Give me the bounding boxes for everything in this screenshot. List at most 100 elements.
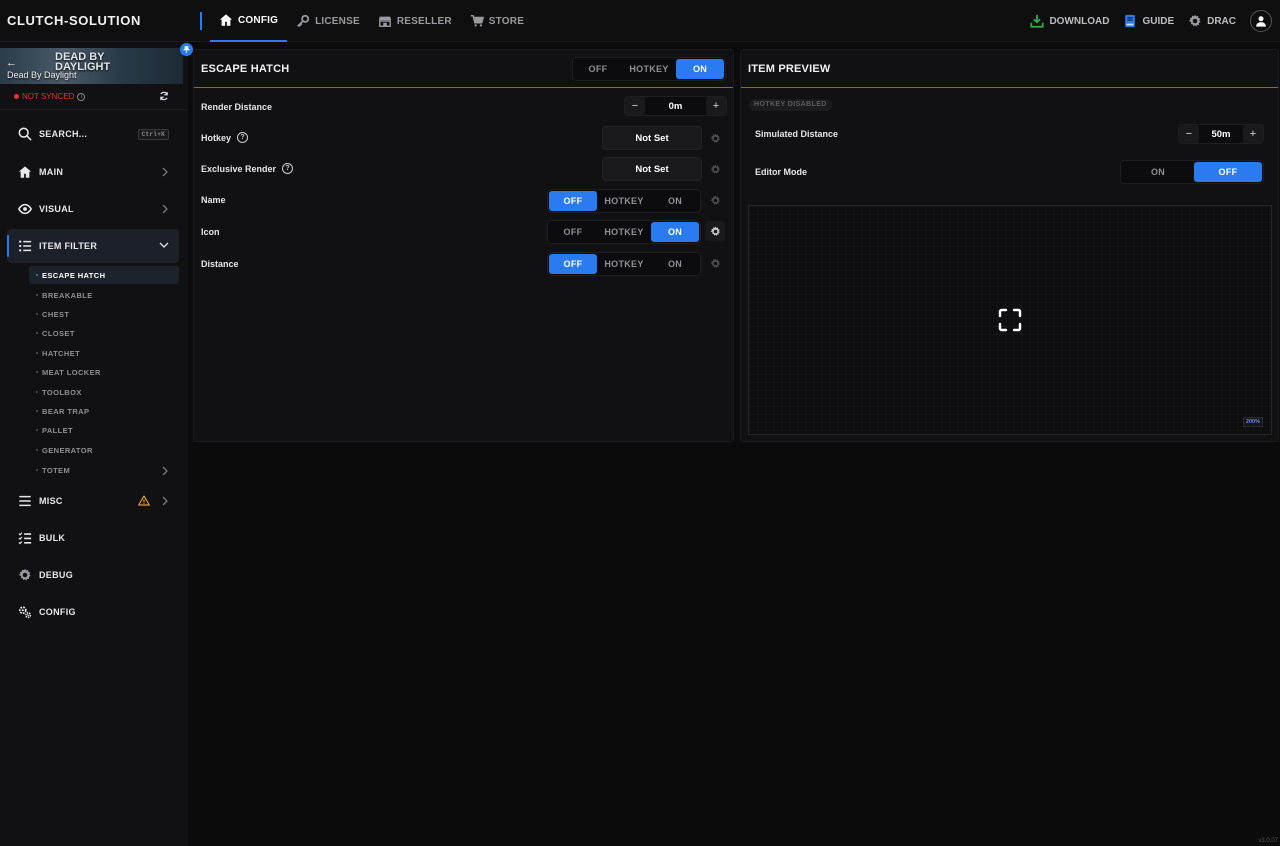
name-toggle-hotkey[interactable]: HOTKEY	[597, 191, 651, 211]
key-icon	[297, 14, 310, 27]
icon-toggle-hotkey[interactable]: HOTKEY	[597, 222, 651, 242]
master-toggle-off[interactable]: OFF	[574, 59, 622, 79]
info-icon[interactable]: i	[77, 92, 86, 101]
search-shortcut: Ctrl+K	[137, 129, 169, 140]
user-icon	[1256, 16, 1266, 27]
sidebar-subitem-chest[interactable]: CHEST	[29, 305, 179, 323]
sidebar-subitem-hatchet[interactable]: HATCHET	[29, 344, 179, 362]
checklist-icon	[18, 532, 32, 545]
tab-license[interactable]: LICENSE	[287, 0, 369, 42]
zoom-indicator: 200%	[1242, 417, 1263, 427]
preview-canvas[interactable]: 200%	[748, 205, 1272, 435]
sidebar-item-config[interactable]: CONFIG	[7, 595, 179, 629]
help-icon[interactable]: ?	[237, 132, 249, 143]
simulated-distance-value[interactable]: 50m	[1199, 129, 1243, 140]
editor-mode-on[interactable]: ON	[1122, 162, 1194, 182]
top-bar: CLUTCH-SOLUTION CONFIG LICENSE RESELLER …	[0, 0, 1280, 42]
tab-reseller[interactable]: RESELLER	[369, 0, 461, 42]
name-settings-button[interactable]	[705, 190, 725, 210]
decrement-button[interactable]: −	[625, 97, 645, 115]
sidebar-subitem-escape-hatch[interactable]: ESCAPE HATCH	[29, 266, 179, 284]
back-arrow-icon[interactable]: ←	[6, 57, 17, 69]
fullscreen-icon[interactable]	[998, 308, 1022, 332]
sidebar-item-visual[interactable]: VISUAL	[7, 192, 179, 226]
chevron-right-icon	[162, 204, 168, 214]
guide-button[interactable]: GUIDE	[1123, 14, 1174, 28]
warning-icon	[138, 495, 150, 506]
exclusive-render-bind-button[interactable]: Not Set	[602, 157, 702, 181]
distance-toggle-off[interactable]: OFF	[549, 254, 597, 274]
user-name: DRAC	[1207, 15, 1236, 27]
hotkey-settings-button[interactable]	[705, 128, 725, 148]
name-toggle-on[interactable]: ON	[651, 191, 699, 211]
sidebar-item-item-filter[interactable]: ITEM FILTER	[7, 229, 179, 263]
exclusive-render-settings-button[interactable]	[705, 159, 725, 179]
icon-toggle-on[interactable]: ON	[651, 222, 699, 242]
tab-config[interactable]: CONFIG	[210, 0, 288, 42]
gear-icon	[18, 568, 31, 581]
icon-settings-button[interactable]	[705, 221, 725, 241]
tab-reseller-label: RESELLER	[396, 15, 452, 27]
game-banner[interactable]: ← DEAD BY DAYLIGHT Dead By Daylight	[0, 48, 183, 84]
sync-status-label: NOT SYNCED	[22, 92, 75, 101]
brand-logo: CLUTCH-SOLUTION	[7, 13, 141, 28]
panel-title: ESCAPE HATCH	[201, 63, 290, 75]
search-label: SEARCH...	[39, 129, 88, 139]
download-icon	[1030, 14, 1044, 28]
sidebar-search[interactable]: SEARCH... Ctrl+K	[7, 117, 179, 151]
increment-button[interactable]: +	[706, 97, 726, 115]
sidebar-subitem-breakable[interactable]: BREAKABLE	[29, 286, 179, 304]
distance-settings-button[interactable]	[705, 253, 725, 273]
book-icon	[1125, 14, 1136, 28]
chevron-down-icon	[159, 242, 169, 248]
simulated-distance-label: Simulated Distance	[755, 129, 839, 139]
pin-icon[interactable]	[180, 43, 193, 56]
home-icon	[18, 166, 32, 178]
tab-store[interactable]: STORE	[461, 0, 533, 42]
hotkey-label: Hotkey	[201, 132, 232, 143]
sidebar-item-debug[interactable]: DEBUG	[7, 558, 179, 592]
help-icon[interactable]: ?	[282, 163, 294, 174]
sidebar-item-main[interactable]: MAIN	[7, 155, 179, 189]
status-dot	[14, 94, 19, 99]
sidebar: ← DEAD BY DAYLIGHT Dead By Daylight NOT …	[0, 42, 193, 846]
gear-icon	[710, 258, 720, 268]
sidebar-subitem-toolbox[interactable]: TOOLBOX	[29, 383, 179, 401]
render-distance-label: Render Distance	[201, 102, 273, 112]
sidebar-item-bulk[interactable]: BULK	[7, 521, 179, 555]
exclusive-render-row-label: Exclusive Render ?	[201, 163, 294, 174]
editor-mode-off[interactable]: OFF	[1194, 162, 1262, 182]
sidebar-subitem-generator[interactable]: GENERATOR	[29, 441, 179, 459]
distance-toggle-hotkey[interactable]: HOTKEY	[597, 254, 651, 274]
sidebar-item-label: BULK	[39, 533, 66, 543]
gear-icon	[710, 133, 720, 143]
gear-icon	[1188, 14, 1201, 27]
gears-icon	[18, 606, 32, 619]
increment-button[interactable]: +	[1243, 125, 1263, 143]
sidebar-item-label: VISUAL	[39, 204, 74, 214]
hotkey-bind-button[interactable]: Not Set	[602, 126, 702, 150]
refresh-icon[interactable]	[159, 91, 169, 101]
sidebar-item-misc[interactable]: MISC	[7, 484, 179, 518]
icon-toggle-off[interactable]: OFF	[549, 222, 597, 242]
avatar[interactable]	[1250, 10, 1272, 32]
distance-toggle-on[interactable]: ON	[651, 254, 699, 274]
name-toggle-off[interactable]: OFF	[549, 191, 597, 211]
render-distance-value[interactable]: 0m	[645, 101, 706, 112]
sidebar-subitem-totem[interactable]: TOTEM	[29, 461, 179, 479]
sidebar-subitem-meat-locker[interactable]: MEAT LOCKER	[29, 363, 179, 381]
gear-icon	[710, 195, 720, 205]
master-toggle: OFF HOTKEY ON	[572, 57, 726, 81]
gear-icon	[710, 164, 720, 174]
master-toggle-hotkey[interactable]: HOTKEY	[622, 59, 676, 79]
user-settings-button[interactable]: DRAC	[1188, 14, 1236, 28]
download-button[interactable]: DOWNLOAD	[1030, 14, 1109, 28]
sidebar-subitem-pallet[interactable]: PALLET	[29, 421, 179, 439]
game-banner-title: DEAD BY DAYLIGHT	[55, 51, 111, 73]
icon-label: Icon	[201, 227, 220, 237]
sidebar-item-label: CONFIG	[39, 607, 76, 617]
sidebar-subitem-bear-trap[interactable]: BEAR TRAP	[29, 402, 179, 420]
sidebar-subitem-closet[interactable]: CLOSET	[29, 324, 179, 342]
decrement-button[interactable]: −	[1179, 125, 1199, 143]
master-toggle-on[interactable]: ON	[676, 59, 724, 79]
